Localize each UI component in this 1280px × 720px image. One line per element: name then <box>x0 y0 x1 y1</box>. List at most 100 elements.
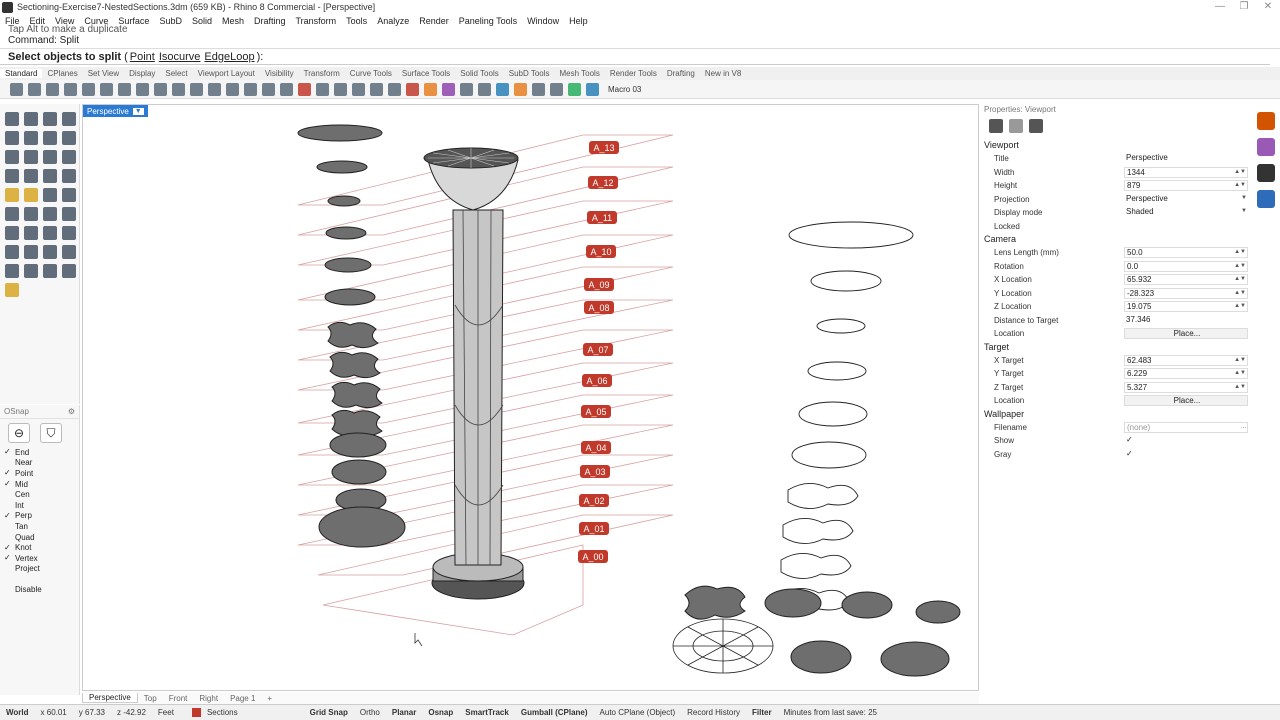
osnap-disable-checkbox[interactable] <box>4 585 12 593</box>
command-prompt[interactable]: Select objects to split ( Point Isocurve… <box>0 49 1270 65</box>
viewport-icon[interactable] <box>1009 119 1023 133</box>
browse-icon[interactable]: ... <box>1241 423 1246 432</box>
close-button[interactable]: ✕ <box>1256 0 1280 14</box>
osnap-vertex-checkbox[interactable]: ✓ <box>4 554 12 562</box>
filter-icon[interactable]: ⛉ <box>40 423 62 443</box>
locked-checkbox[interactable] <box>1124 220 1248 232</box>
spinner-icon[interactable]: ▲▼ <box>1234 369 1246 378</box>
smarttrack-toggle[interactable]: SmartTrack <box>459 708 515 717</box>
copy-object-icon[interactable] <box>62 226 76 240</box>
perspective-viewport[interactable]: Perspective ▼ A_13 A_12 A_11 A_10 A_09 A… <box>82 104 979 691</box>
grid-snap-toggle[interactable]: Grid Snap <box>304 708 354 717</box>
copy-icon[interactable] <box>118 82 131 96</box>
scale-icon[interactable] <box>24 245 38 259</box>
properties-panel-icon[interactable] <box>1257 112 1275 130</box>
record-history-toggle[interactable]: Record History <box>681 708 746 717</box>
osnap-knot[interactable]: ✓ Knot <box>0 542 79 553</box>
spinner-icon[interactable]: ▲▼ <box>1234 383 1246 392</box>
select-filter-icon[interactable] <box>334 82 347 96</box>
osnap-toggle[interactable]: Osnap <box>422 708 459 717</box>
menu-paneling-tools[interactable]: Paneling Tools <box>454 16 522 26</box>
cplane-indicator[interactable]: World <box>0 708 35 717</box>
check-icon[interactable] <box>43 264 57 278</box>
option-edgeloop[interactable]: EdgeLoop <box>204 51 254 63</box>
spinner-icon[interactable]: ▲▼ <box>1234 181 1246 190</box>
tab-set-view[interactable]: Set View <box>83 69 124 78</box>
filename-field[interactable]: (none)... <box>1124 421 1248 433</box>
osnap-near-checkbox[interactable] <box>4 459 12 467</box>
ortho-toggle[interactable]: Ortho <box>354 708 386 717</box>
settings-icon[interactable] <box>1029 119 1043 133</box>
osnap-tan[interactable]: Tan <box>0 521 79 532</box>
projection-select[interactable]: Perspective ▼ <box>1124 193 1248 205</box>
tab-page-1[interactable]: Page 1 <box>224 694 261 703</box>
point-icon[interactable] <box>24 112 38 126</box>
move-icon[interactable] <box>43 226 57 240</box>
environment-icon[interactable] <box>478 82 491 96</box>
gear-icon[interactable]: ⚙ <box>68 407 75 416</box>
cut-icon[interactable] <box>100 82 113 96</box>
tab-standard[interactable]: Standard <box>0 69 43 78</box>
osnap-near[interactable]: Near <box>0 458 79 469</box>
lens-length-field[interactable]: 50.0 ▲▼ <box>1124 247 1248 259</box>
x-target-field[interactable]: 62.483 ▲▼ <box>1124 354 1248 366</box>
spinner-icon[interactable]: ▲▼ <box>1234 262 1246 271</box>
new-file-icon[interactable] <box>10 82 23 96</box>
chevron-down-icon[interactable]: ▼ <box>1241 194 1247 203</box>
rotation-field[interactable]: 0.0 ▲▼ <box>1124 260 1248 272</box>
gray-checkbox[interactable]: ✓ <box>1124 448 1248 460</box>
zoom-window-icon[interactable] <box>226 82 239 96</box>
tab-transform[interactable]: Transform <box>299 69 345 78</box>
pan-icon[interactable] <box>172 82 185 96</box>
auto-cplane-toggle[interactable]: Auto CPlane (Object) <box>594 708 682 717</box>
osnap-quad[interactable]: Quad <box>0 532 79 543</box>
tab-select[interactable]: Select <box>160 69 192 78</box>
arc-icon[interactable] <box>5 150 19 164</box>
export-icon[interactable] <box>82 82 95 96</box>
menu-window[interactable]: Window <box>522 16 564 26</box>
option-isocurve[interactable]: Isocurve <box>159 51 201 63</box>
section-icon[interactable] <box>298 82 311 96</box>
osnap-project-checkbox[interactable] <box>4 565 12 573</box>
paste-icon[interactable] <box>136 82 149 96</box>
tab-curve-tools[interactable]: Curve Tools <box>345 69 397 78</box>
light-icon[interactable] <box>370 82 383 96</box>
tab-mesh-tools[interactable]: Mesh Tools <box>555 69 605 78</box>
osnap-int-checkbox[interactable] <box>4 501 12 509</box>
y-location-field[interactable]: -28.323 ▲▼ <box>1124 287 1248 299</box>
tab-perspective[interactable]: Perspective <box>82 693 138 703</box>
spinner-icon[interactable]: ▲▼ <box>1234 289 1246 298</box>
named-views-icon[interactable] <box>316 82 329 96</box>
materials-icon[interactable] <box>442 82 455 96</box>
box-icon[interactable] <box>5 169 19 183</box>
rotate-icon[interactable] <box>5 245 19 259</box>
ellipse-icon[interactable] <box>43 131 57 145</box>
osnap-quad-checkbox[interactable] <box>4 533 12 541</box>
macro-button[interactable]: Macro 03 <box>608 85 641 94</box>
grasshopper-icon[interactable] <box>550 82 563 96</box>
circle-icon[interactable] <box>24 131 38 145</box>
chevron-down-icon[interactable]: ▼ <box>1241 207 1247 216</box>
help-icon[interactable] <box>586 82 599 96</box>
rendered-sphere-icon[interactable] <box>496 82 509 96</box>
camera-icon[interactable] <box>989 119 1003 133</box>
tab-render-tools[interactable]: Render Tools <box>605 69 662 78</box>
osnap-end[interactable]: ✓ End <box>0 447 79 458</box>
osnap-vertex[interactable]: ✓ Vertex <box>0 553 79 564</box>
zoom-icon[interactable] <box>208 82 221 96</box>
tab-subd-tools[interactable]: SubD Tools <box>504 69 555 78</box>
rotate-view-icon[interactable] <box>190 82 203 96</box>
zoom-extents-icon[interactable] <box>244 82 257 96</box>
torus-icon[interactable] <box>62 188 76 202</box>
four-views-icon[interactable] <box>280 82 293 96</box>
tab-front[interactable]: Front <box>163 694 194 703</box>
menu-transform[interactable]: Transform <box>291 16 342 26</box>
planar-toggle[interactable]: Planar <box>386 708 422 717</box>
help-panel-icon[interactable] <box>1257 190 1275 208</box>
text-icon[interactable] <box>5 226 19 240</box>
rectangle-icon[interactable] <box>62 131 76 145</box>
z-location-field[interactable]: 19.075 ▲▼ <box>1124 301 1248 313</box>
width-field[interactable]: 1344 ▲▼ <box>1124 166 1248 178</box>
analyze-icon[interactable] <box>5 264 19 278</box>
minimize-button[interactable]: — <box>1208 0 1232 14</box>
